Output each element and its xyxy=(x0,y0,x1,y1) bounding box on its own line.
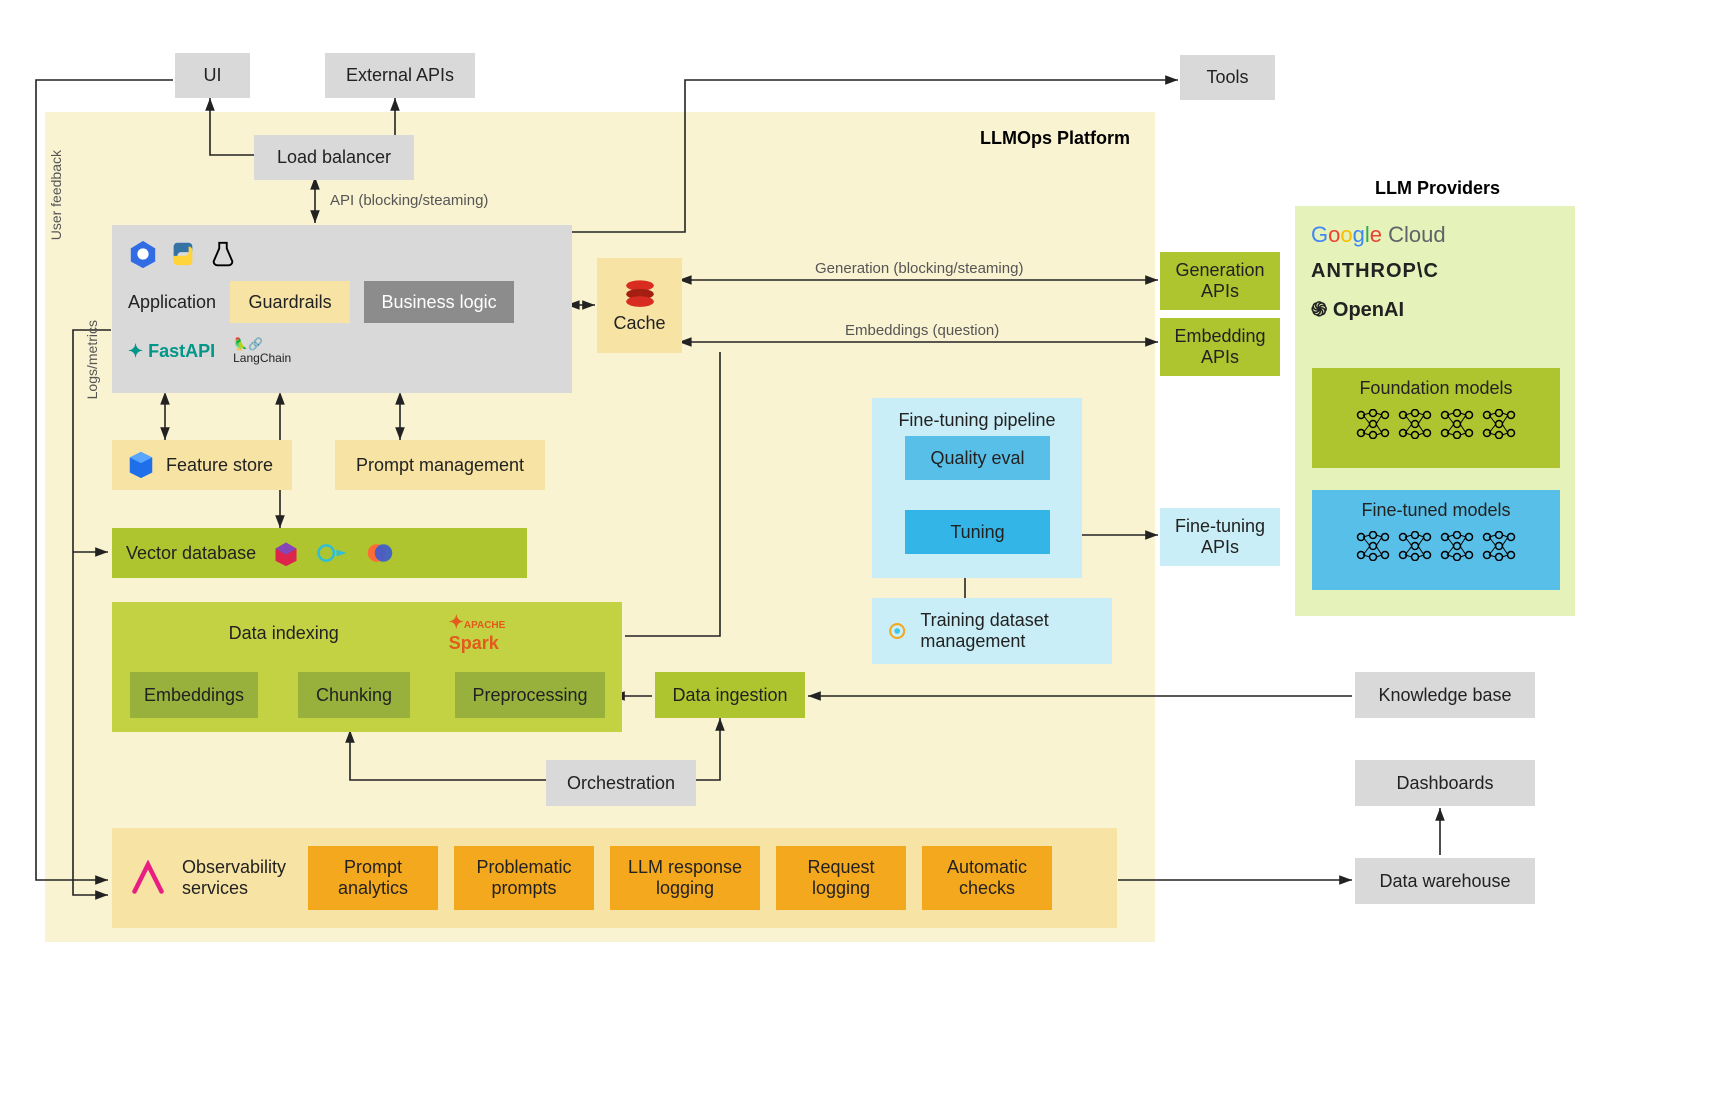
weaviate-icon xyxy=(316,541,350,565)
google-cloud-logo: Google Google CloudCloud xyxy=(1311,222,1446,248)
preprocessing-step: Preprocessing xyxy=(455,672,605,718)
dashboards-box: Dashboards xyxy=(1355,760,1535,806)
redis-icon xyxy=(623,277,657,307)
obs-automatic-checks: Automatic checks xyxy=(922,846,1052,910)
nn-icon xyxy=(1481,531,1517,561)
cache-box: Cache xyxy=(597,258,682,353)
tools-box: Tools xyxy=(1180,55,1275,100)
obs-prompt-analytics: Prompt analytics xyxy=(308,846,438,910)
anthropic-logo: ANTHROP\C xyxy=(1311,260,1439,283)
openai-logo: ֍ OpenAI xyxy=(1311,295,1404,322)
chroma-icon xyxy=(366,539,394,567)
data-ingestion-box: Data ingestion xyxy=(655,672,805,718)
embeddings-step: Embeddings xyxy=(130,672,258,718)
dataset-icon xyxy=(886,616,908,646)
api-call-label: API (blocking/steaming) xyxy=(330,192,488,209)
vector-db-box: Vector database xyxy=(112,528,527,578)
platform-title: LLMOps Platform xyxy=(980,128,1130,149)
logs-metrics-label: Logs/metrics xyxy=(84,320,100,399)
python-icon xyxy=(168,239,198,269)
chunking-step: Chunking xyxy=(298,672,410,718)
providers-title: LLM Providers xyxy=(1375,178,1500,199)
data-warehouse-box: Data warehouse xyxy=(1355,858,1535,904)
nn-icon xyxy=(1355,409,1391,439)
data-indexing-title: Data indexing xyxy=(229,623,339,644)
obs-request-logging: Request logging xyxy=(776,846,906,910)
application-panel: Application Guardrails Business logic ✦ … xyxy=(112,225,572,393)
orchestration-box: Orchestration xyxy=(546,760,696,806)
kubernetes-icon xyxy=(128,239,158,269)
user-feedback-label: User feedback xyxy=(48,150,64,240)
business-logic-box: Business logic xyxy=(364,281,514,323)
training-dataset-box: Training dataset management xyxy=(872,598,1112,664)
observability-panel: Observability services Prompt analytics … xyxy=(112,828,1117,928)
guardrails-box: Guardrails xyxy=(230,281,350,323)
fastapi-logo: ✦ FastAPI xyxy=(128,341,215,362)
nn-icon xyxy=(1397,409,1433,439)
application-title: Application xyxy=(128,292,216,313)
feast-icon xyxy=(126,450,156,480)
ft-pipeline-title: Fine-tuning pipeline xyxy=(898,410,1055,431)
feature-store-box: Feature store xyxy=(112,440,292,490)
qdrant-icon xyxy=(272,539,300,567)
nn-icon xyxy=(1439,531,1475,561)
spark-logo: ✦APACHESpark xyxy=(449,612,506,654)
prompt-management-box: Prompt management xyxy=(335,440,545,490)
langchain-logo: 🦜🔗LangChain xyxy=(233,337,291,365)
arize-icon xyxy=(130,860,166,896)
flask-icon xyxy=(208,239,238,269)
obs-llm-response-logging: LLM response logging xyxy=(610,846,760,910)
fine-tuning-apis-box: Fine-tuning APIs xyxy=(1160,508,1280,566)
tuning-box: Tuning xyxy=(905,510,1050,554)
foundation-models-box: Foundation models xyxy=(1312,368,1560,468)
embeddings-note: Embeddings (question) xyxy=(845,322,999,339)
nn-icon xyxy=(1355,531,1391,561)
external-apis-box: External APIs xyxy=(325,53,475,98)
load-balancer-box: Load balancer xyxy=(254,135,414,180)
ui-box: UI xyxy=(175,53,250,98)
nn-icon xyxy=(1397,531,1433,561)
generation-apis-box: Generation APIs xyxy=(1160,252,1280,310)
quality-eval-box: Quality eval xyxy=(905,436,1050,480)
knowledge-base-box: Knowledge base xyxy=(1355,672,1535,718)
nn-icon xyxy=(1439,409,1475,439)
embedding-apis-box: Embedding APIs xyxy=(1160,318,1280,376)
observability-title: Observability services xyxy=(182,857,292,899)
nn-icon xyxy=(1481,409,1517,439)
finetuned-models-box: Fine-tuned models xyxy=(1312,490,1560,590)
generation-note: Generation (blocking/steaming) xyxy=(815,260,1023,277)
obs-problematic-prompts: Problematic prompts xyxy=(454,846,594,910)
